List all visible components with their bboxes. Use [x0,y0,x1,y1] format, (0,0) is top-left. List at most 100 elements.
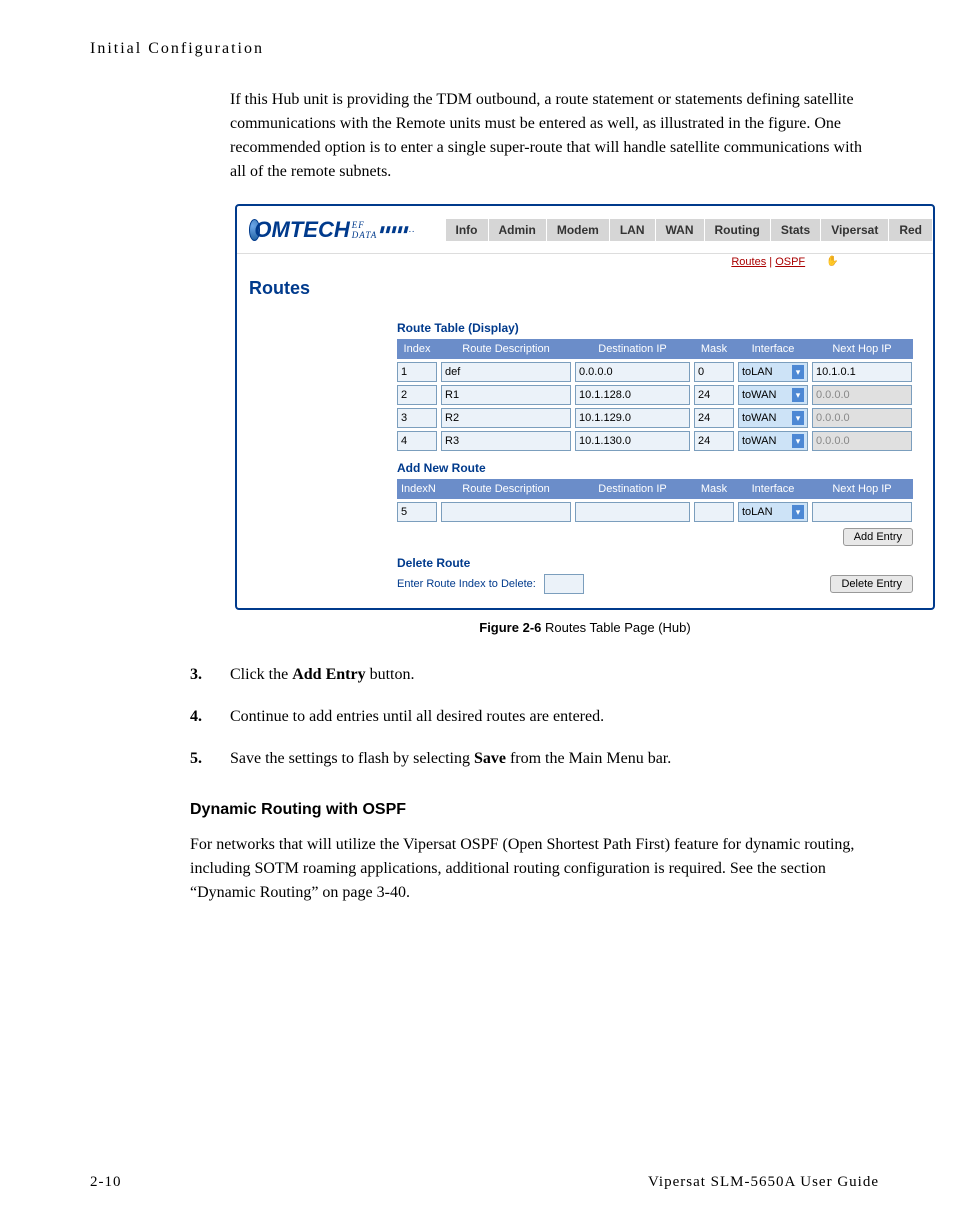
row-ifc-select[interactable]: toWAN ▾ [738,431,808,451]
nav-red[interactable]: Red [889,219,932,241]
brand-logo: OMTECH [254,217,349,243]
add-desc-input[interactable] [441,502,571,522]
row-index-input[interactable] [397,408,437,428]
intro-paragraph: If this Hub unit is providing the TDM ou… [230,88,864,184]
row-mask-input[interactable] [694,431,734,451]
add-entry-row: Add Entry [397,528,913,546]
nav-lan[interactable]: LAN [610,219,655,241]
step-3: 3. Click the Add Entry button. [190,663,864,687]
delete-route-title: Delete Route [397,556,913,570]
chevron-down-icon: ▾ [792,505,804,519]
nav-info[interactable]: Info [446,219,488,241]
row-mask-input[interactable] [694,408,734,428]
row-dest-input[interactable] [575,362,690,382]
nav-admin[interactable]: Admin [489,219,546,241]
row-index-input[interactable] [397,362,437,382]
row-ifc-value: toLAN [742,366,773,378]
subnav-ospf-link[interactable]: OSPF [775,256,805,268]
add-entry-button[interactable]: Add Entry [843,528,913,546]
chevron-down-icon: ▾ [792,434,804,448]
row-desc-input[interactable] [441,408,571,428]
route-table-title: Route Table (Display) [397,321,913,335]
row-index-input[interactable] [397,431,437,451]
hdr2-mask: Mask [694,481,734,497]
footer-guide-title: Vipersat SLM-5650A User Guide [648,1174,879,1191]
hdr-mask: Mask [694,341,734,357]
row-dest-input[interactable] [575,431,690,451]
delete-route-row: Enter Route Index to Delete: Delete Entr… [397,574,913,594]
hdr-desc: Route Description [441,341,571,357]
row-desc-input[interactable] [441,385,571,405]
row-desc-input[interactable] [441,362,571,382]
dynamic-routing-subhead: Dynamic Routing with OSPF [190,801,864,819]
page-footer: 2-10 Vipersat SLM-5650A User Guide [90,1174,879,1191]
row-nh-input[interactable] [812,431,912,451]
step-3-text: Click the Add Entry button. [230,663,414,687]
step-5-text: Save the settings to flash by selecting … [230,747,671,771]
delete-index-input[interactable] [544,574,584,594]
panel-body: Route Table (Display) Index Route Descri… [237,305,933,608]
brand-bars: ▮▮▮▮▮.. [379,224,415,235]
step-4-text: Continue to add entries until all desire… [230,705,604,729]
delete-entry-button[interactable]: Delete Entry [830,575,913,593]
step-num-5: 5. [190,747,230,771]
figure-caption: Figure 2-6 Routes Table Page (Hub) [235,620,935,635]
row-nh-input[interactable] [812,385,912,405]
sub-nav: Routes | OSPF ✋ [637,254,933,272]
cursor-icon: ✋ [826,256,838,267]
nav-wan[interactable]: WAN [656,219,704,241]
row-mask-input[interactable] [694,385,734,405]
add-dest-input[interactable] [575,502,690,522]
hdr2-nh: Next Hop IP [812,481,912,497]
row-index-input[interactable] [397,385,437,405]
hdr-dest: Destination IP [575,341,690,357]
step-num-3: 3. [190,663,230,687]
table-row: toWAN ▾ [397,408,913,428]
row-ifc-value: toWAN [742,412,776,424]
step-4: 4. Continue to add entries until all des… [190,705,864,729]
row-ifc-select[interactable]: toWAN ▾ [738,408,808,428]
row-ifc-value: toWAN [742,435,776,447]
nav-modem[interactable]: Modem [547,219,609,241]
nav-vipersat[interactable]: Vipersat [821,219,888,241]
brand-sub: EF DATA [352,220,378,240]
row-dest-input[interactable] [575,408,690,428]
chevron-down-icon: ▾ [792,388,804,402]
chevron-down-icon: ▾ [792,365,804,379]
row-ifc-select[interactable]: toWAN▾ [738,385,808,405]
subnav-sep: | [766,256,775,268]
subnav-routes-link[interactable]: Routes [731,256,766,268]
section-routes: Routes [237,272,933,305]
hdr-index: Index [397,341,437,357]
add-index-input[interactable] [397,502,437,522]
hdr2-desc: Route Description [441,481,571,497]
add-route-header: IndexN Route Description Destination IP … [397,479,913,499]
routes-table-figure: OMTECH EF DATA ▮▮▮▮▮.. Info Admin Modem … [235,204,935,610]
row-dest-input[interactable] [575,385,690,405]
main-nav: Info Admin Modem LAN WAN Routing Stats V… [446,219,934,241]
step-5: 5. Save the settings to flash by selecti… [190,747,864,771]
add-route-row: toLAN▾ [397,502,913,522]
page-header: Initial Configuration [90,40,864,58]
row-desc-input[interactable] [441,431,571,451]
route-table-header: Index Route Description Destination IP M… [397,339,913,359]
table-row: toWAN▾ [397,385,913,405]
add-nh-input[interactable] [812,502,912,522]
row-ifc-select[interactable]: toLAN ▾ [738,362,808,382]
row-mask-input[interactable] [694,362,734,382]
nav-stats[interactable]: Stats [771,219,820,241]
hdr2-ifc: Interface [738,481,808,497]
nav-routing[interactable]: Routing [705,219,770,241]
add-route-title: Add New Route [397,461,913,475]
row-nh-input[interactable] [812,362,912,382]
chevron-down-icon: ▾ [792,411,804,425]
figure-caption-bold: Figure 2-6 [479,620,541,635]
route-table-rows: toLAN▾toWAN▾toWAN▾toWAN▾ [397,362,913,451]
hdr-ifc: Interface [738,341,808,357]
hdr-nh: Next Hop IP [812,341,912,357]
step-num-4: 4. [190,705,230,729]
hdr2-dest: Destination IP [575,481,690,497]
add-ifc-select[interactable]: toLAN▾ [738,502,808,522]
row-nh-input[interactable] [812,408,912,428]
add-mask-input[interactable] [694,502,734,522]
